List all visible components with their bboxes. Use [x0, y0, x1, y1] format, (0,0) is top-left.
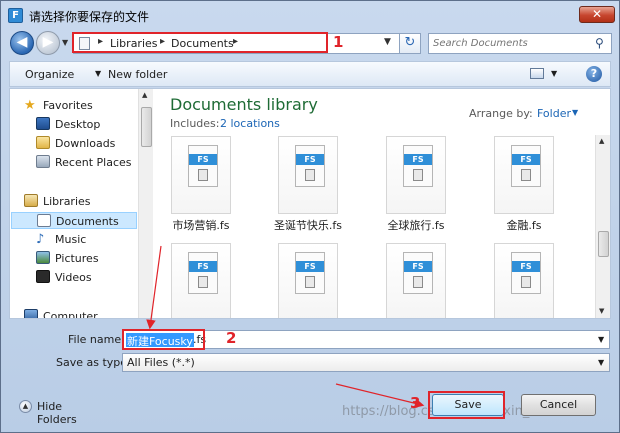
annotation-arrow-to-save — [335, 383, 425, 408]
annotation-arrows — [146, 245, 425, 408]
save-file-dialog: F 请选择你要保存的文件 ✕ ◀ ▶ ▼ ▸ Libraries ▸ Docum… — [0, 0, 620, 433]
annotation-arrow-to-filename — [146, 245, 162, 330]
